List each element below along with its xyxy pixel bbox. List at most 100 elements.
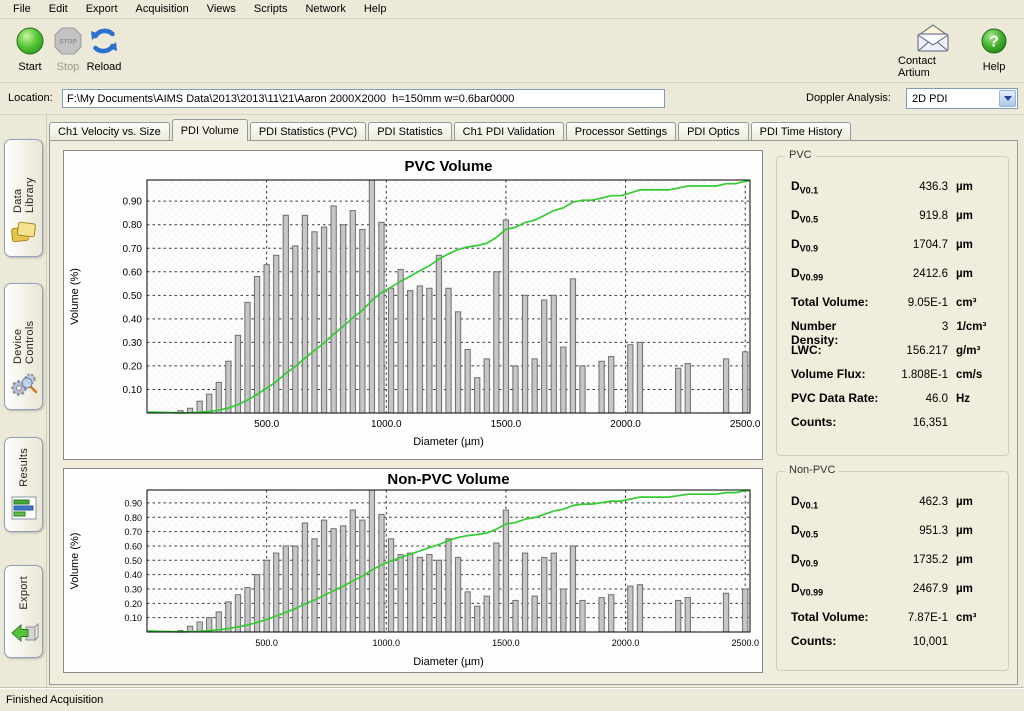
stat-value: 951.3	[886, 525, 948, 537]
sidebar: Data Library Device Controls Results Export	[0, 115, 47, 688]
svg-text:500.0: 500.0	[254, 419, 279, 430]
tab-ch1-pdi-validation[interactable]: Ch1 PDI Validation	[454, 122, 564, 141]
pvc-stats-groupbox: PVC DV0.1436.3µmDV0.5919.8µmDV0.91704.7µ…	[776, 156, 1009, 456]
tab-pdi-statistics[interactable]: PDI Statistics	[368, 122, 451, 141]
menu-item-export[interactable]: Export	[77, 1, 127, 17]
help-button[interactable]: ?Help	[966, 23, 1022, 79]
svg-text:0.50: 0.50	[123, 291, 143, 302]
svg-text:2000.0: 2000.0	[610, 419, 641, 430]
non-pvc-stats-title: Non-PVC	[785, 464, 839, 476]
svg-text:0.70: 0.70	[123, 244, 143, 255]
svg-text:0.20: 0.20	[124, 599, 142, 609]
svg-text:0.80: 0.80	[123, 220, 143, 231]
stat-label: Total Volume:	[791, 610, 869, 624]
svg-text:0.70: 0.70	[124, 527, 142, 537]
svg-text:Non-PVC Volume: Non-PVC Volume	[387, 471, 509, 488]
stat-label: Total Volume:	[791, 295, 869, 309]
stat-label: Volume Flux:	[791, 367, 865, 381]
stat-unit: µm	[956, 554, 998, 566]
svg-text:2500.0: 2500.0	[731, 638, 759, 648]
stat-unit: µm	[956, 496, 998, 508]
doppler-analysis-select[interactable]: 2D PDI	[906, 88, 1018, 109]
stat-row-counts: Counts:10,001	[791, 634, 998, 658]
tab-pdi-volume[interactable]: PDI Volume	[172, 119, 248, 141]
stat-value: 2467.9	[886, 583, 948, 595]
menu-item-file[interactable]: File	[4, 1, 40, 17]
location-label: Location:	[8, 92, 53, 104]
pvc-stats-title: PVC	[785, 149, 816, 161]
stat-row-d-v0-9: DV0.91735.2µm	[791, 552, 998, 581]
stat-row-d-v0-99: DV0.992412.6µm	[791, 266, 998, 295]
svg-text:PVC Volume: PVC Volume	[404, 158, 492, 175]
stat-label: DV0.1	[791, 179, 818, 195]
menu-item-views[interactable]: Views	[198, 1, 245, 17]
menu-item-help[interactable]: Help	[355, 1, 396, 17]
chevron-down-icon	[1004, 96, 1012, 101]
svg-text:0.30: 0.30	[124, 584, 142, 594]
gears-icon	[9, 370, 39, 401]
stat-label: DV0.1	[791, 494, 818, 510]
stat-row-total-volume: Total Volume: 9.05E-1 cm³	[791, 295, 998, 319]
stat-unit: µm	[956, 268, 998, 280]
reload-icon	[87, 23, 121, 59]
svg-text:1500.0: 1500.0	[492, 638, 520, 648]
svg-text:Volume (%): Volume (%)	[69, 268, 81, 325]
doppler-analysis-value: 2D PDI	[907, 93, 999, 105]
svg-text:Volume (%): Volume (%)	[69, 533, 81, 590]
stat-label: DV0.5	[791, 208, 818, 224]
svg-text:0.10: 0.10	[123, 385, 143, 396]
svg-text:0.20: 0.20	[123, 361, 143, 372]
stat-unit: µm	[956, 239, 998, 251]
svg-text:0.60: 0.60	[123, 267, 143, 278]
sidebar-item-results[interactable]: Results	[4, 437, 43, 532]
location-input[interactable]	[62, 89, 665, 108]
pvc-volume-svg: 0.100.200.300.400.500.600.700.800.90500.…	[64, 151, 762, 459]
tab-pdi-statistics-pvc[interactable]: PDI Statistics (PVC)	[250, 122, 366, 141]
stat-unit: cm³	[956, 297, 998, 309]
stat-value: 3	[886, 321, 948, 333]
stat-label: DV0.9	[791, 552, 818, 568]
stat-value: 7.87E-1	[886, 612, 948, 624]
stat-row-d-v0-9: DV0.91704.7µm	[791, 237, 998, 266]
tab-pdi-time-history[interactable]: PDI Time History	[751, 122, 852, 141]
stat-row-counts: Counts:16,351	[791, 415, 998, 439]
svg-text:1000.0: 1000.0	[373, 638, 401, 648]
non-pvc-volume-svg: 0.100.200.300.400.500.600.700.800.90500.…	[64, 469, 762, 672]
sidebar-item-device-controls[interactable]: Device Controls	[4, 283, 43, 410]
envelope-icon	[914, 23, 952, 53]
non-pvc-stats-groupbox: Non-PVC DV0.1462.3µmDV0.5951.3µmDV0.9173…	[776, 471, 1009, 671]
stat-unit: µm	[956, 210, 998, 222]
tab-pdi-optics[interactable]: PDI Optics	[678, 122, 749, 141]
stat-unit: cm³	[956, 612, 998, 624]
stat-unit: cm/s	[956, 369, 998, 381]
stat-label: LWC:	[791, 343, 822, 357]
bar-chart-icon	[11, 496, 37, 523]
help-label: Help	[983, 61, 1006, 73]
menu-item-scripts[interactable]: Scripts	[245, 1, 297, 17]
tab-processor-settings[interactable]: Processor Settings	[566, 122, 676, 141]
reload-button[interactable]: Reload	[76, 23, 132, 79]
tab-ch1-velocity-vs-size[interactable]: Ch1 Velocity vs. Size	[49, 122, 170, 141]
stat-value: 9.05E-1	[886, 297, 948, 309]
stat-row-d-v0-1: DV0.1462.3µm	[791, 494, 998, 523]
menu-item-acquisition[interactable]: Acquisition	[127, 1, 198, 17]
stat-label: DV0.99	[791, 581, 823, 597]
menu-bar: FileEditExportAcquisitionViewsScriptsNet…	[0, 0, 1024, 19]
svg-text:1000.0: 1000.0	[371, 419, 402, 430]
contact-artium-button[interactable]: Contact Artium	[898, 23, 968, 79]
sidebar-item-export[interactable]: Export	[4, 565, 43, 658]
stat-label: PVC Data Rate:	[791, 391, 878, 405]
svg-text:0.40: 0.40	[124, 570, 142, 580]
svg-text:0.90: 0.90	[123, 197, 143, 208]
contact-artium-label: Contact Artium	[898, 55, 968, 79]
sidebar-item-data-library[interactable]: Data Library	[4, 139, 43, 257]
combo-dropdown-button[interactable]	[999, 90, 1016, 107]
svg-text:2000.0: 2000.0	[612, 638, 640, 648]
svg-text:0.10: 0.10	[124, 613, 142, 623]
menu-item-network[interactable]: Network	[296, 1, 354, 17]
stat-row-number-density: Number Density:31/cm³	[791, 319, 998, 343]
stat-value: 1704.7	[886, 239, 948, 251]
stat-label: Counts:	[791, 415, 836, 429]
doppler-analysis-label: Doppler Analysis:	[806, 92, 891, 104]
menu-item-edit[interactable]: Edit	[40, 1, 77, 17]
